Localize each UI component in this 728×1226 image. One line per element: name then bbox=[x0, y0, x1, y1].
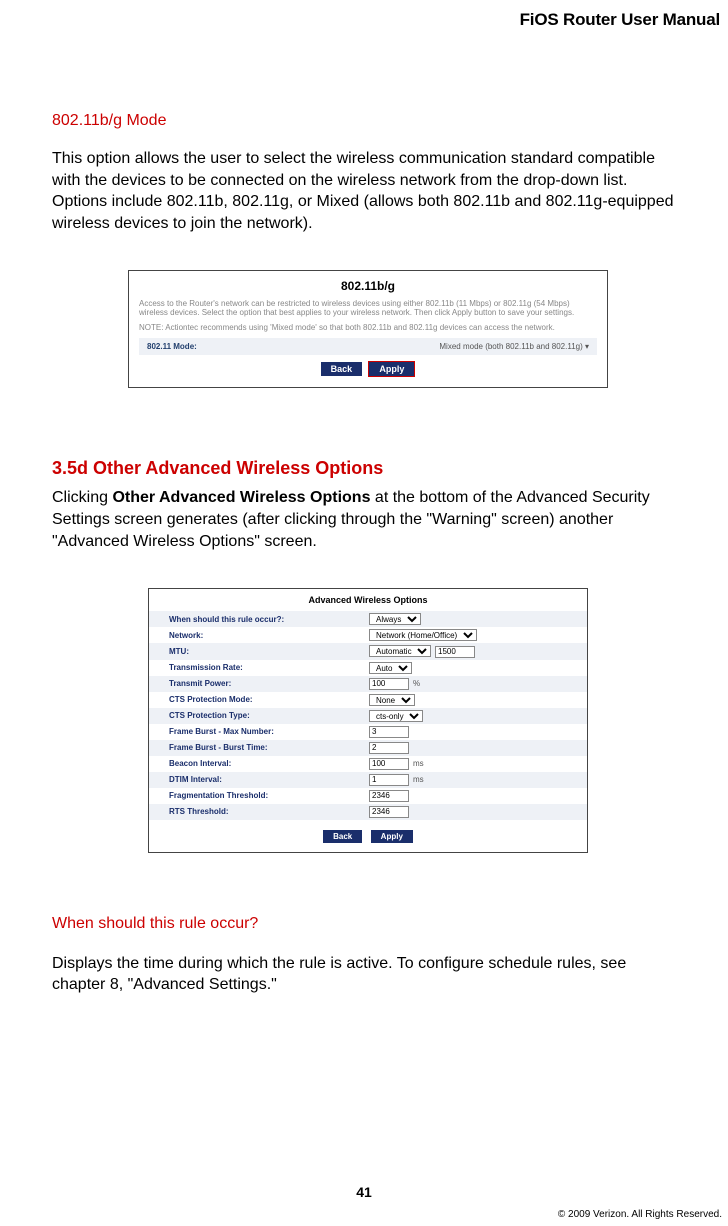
option-unit: ms bbox=[413, 775, 424, 784]
option-select[interactable]: Network (Home/Office) bbox=[369, 629, 477, 641]
option-row: Transmit Power:% bbox=[149, 676, 587, 692]
option-select[interactable]: Automatic bbox=[369, 645, 431, 657]
option-control: None bbox=[369, 694, 567, 706]
option-label: MTU: bbox=[169, 647, 369, 656]
option-label: CTS Protection Mode: bbox=[169, 695, 369, 704]
panel-description: Access to the Router's network can be re… bbox=[139, 299, 597, 317]
option-row: DTIM Interval: ms bbox=[149, 772, 587, 788]
option-label: Beacon Interval: bbox=[169, 759, 369, 768]
option-label: Fragmentation Threshold: bbox=[169, 791, 369, 800]
paragraph-other-advanced: Clicking Other Advanced Wireless Options… bbox=[52, 487, 684, 552]
option-row: Frame Burst - Burst Time: bbox=[149, 740, 587, 756]
option-row: Fragmentation Threshold: bbox=[149, 788, 587, 804]
option-row: Transmission Rate:Auto bbox=[149, 660, 587, 676]
panel2-title: Advanced Wireless Options bbox=[149, 595, 587, 605]
option-select[interactable]: Always bbox=[369, 613, 421, 625]
option-unit: ms bbox=[413, 759, 424, 768]
option-control: ms bbox=[369, 774, 567, 786]
option-row: RTS Threshold: bbox=[149, 804, 587, 820]
option-control bbox=[369, 726, 567, 738]
option-label: RTS Threshold: bbox=[169, 807, 369, 816]
figure-80211bg-panel: 802.11b/g Access to the Router's network… bbox=[128, 270, 608, 388]
mode-row: 802.11 Mode: Mixed mode (both 802.11b an… bbox=[139, 338, 597, 355]
p-pre: Clicking bbox=[52, 489, 112, 506]
mode-label: 802.11 Mode: bbox=[147, 342, 197, 351]
option-row: Network:Network (Home/Office) bbox=[149, 627, 587, 643]
option-input[interactable] bbox=[369, 774, 409, 786]
option-input[interactable] bbox=[435, 646, 475, 658]
option-input[interactable] bbox=[369, 758, 409, 770]
option-row: CTS Protection Type:cts-only bbox=[149, 708, 587, 724]
option-control: Automatic bbox=[369, 645, 567, 658]
option-label: Transmit Power: bbox=[169, 679, 369, 688]
option-label: When should this rule occur?: bbox=[169, 615, 369, 624]
option-label: CTS Protection Type: bbox=[169, 711, 369, 720]
p-bold: Other Advanced Wireless Options bbox=[112, 489, 370, 506]
option-input[interactable] bbox=[369, 742, 409, 754]
option-label: Frame Burst - Max Number: bbox=[169, 727, 369, 736]
back-button[interactable]: Back bbox=[321, 362, 363, 376]
paragraph-80211bg-desc: This option allows the user to select th… bbox=[52, 148, 684, 234]
option-label: DTIM Interval: bbox=[169, 775, 369, 784]
option-control: Always bbox=[369, 613, 567, 625]
option-row: Beacon Interval: ms bbox=[149, 756, 587, 772]
option-label: Transmission Rate: bbox=[169, 663, 369, 672]
apply-button[interactable]: Apply bbox=[368, 361, 415, 377]
copyright: © 2009 Verizon. All Rights Reserved. bbox=[558, 1209, 722, 1220]
section-heading-80211bg-mode: 802.11b/g Mode bbox=[52, 112, 684, 130]
option-input[interactable] bbox=[369, 790, 409, 802]
option-control bbox=[369, 790, 567, 802]
panel-title: 802.11b/g bbox=[139, 279, 597, 293]
option-label: Network: bbox=[169, 631, 369, 640]
option-select[interactable]: cts-only bbox=[369, 710, 423, 722]
page-number: 41 bbox=[0, 1184, 728, 1200]
section-heading-other-advanced: 3.5d Other Advanced Wireless Options bbox=[52, 458, 684, 479]
mode-value[interactable]: Mixed mode (both 802.11b and 802.11g) ▾ bbox=[439, 342, 589, 351]
page-content: 802.11b/g Mode This option allows the us… bbox=[52, 112, 684, 1002]
option-row: Frame Burst - Max Number: bbox=[149, 724, 587, 740]
section-heading-rule-occur: When should this rule occur? bbox=[52, 915, 684, 933]
option-label: Frame Burst - Burst Time: bbox=[169, 743, 369, 752]
option-control: ms bbox=[369, 758, 567, 770]
option-input[interactable] bbox=[369, 806, 409, 818]
option-control bbox=[369, 742, 567, 754]
figure-advanced-wireless-panel: Advanced Wireless Options When should th… bbox=[148, 588, 588, 853]
option-control: cts-only bbox=[369, 710, 567, 722]
option-control: % bbox=[369, 678, 567, 690]
panel-note: NOTE: Actiontec recommends using 'Mixed … bbox=[139, 323, 597, 332]
page-header: FiOS Router User Manual bbox=[520, 10, 720, 30]
option-row: CTS Protection Mode:None bbox=[149, 692, 587, 708]
option-select[interactable]: Auto bbox=[369, 662, 412, 674]
option-control: Network (Home/Office) bbox=[369, 629, 567, 641]
option-input[interactable] bbox=[369, 678, 409, 690]
option-row: MTU:Automatic bbox=[149, 643, 587, 660]
option-control: Auto bbox=[369, 662, 567, 674]
option-unit: % bbox=[413, 679, 420, 688]
option-control bbox=[369, 806, 567, 818]
paragraph-rule-occur: Displays the time during which the rule … bbox=[52, 953, 684, 996]
option-row: When should this rule occur?:Always bbox=[149, 611, 587, 627]
back-button[interactable]: Back bbox=[323, 830, 362, 843]
option-select[interactable]: None bbox=[369, 694, 415, 706]
apply-button[interactable]: Apply bbox=[371, 830, 413, 843]
option-input[interactable] bbox=[369, 726, 409, 738]
